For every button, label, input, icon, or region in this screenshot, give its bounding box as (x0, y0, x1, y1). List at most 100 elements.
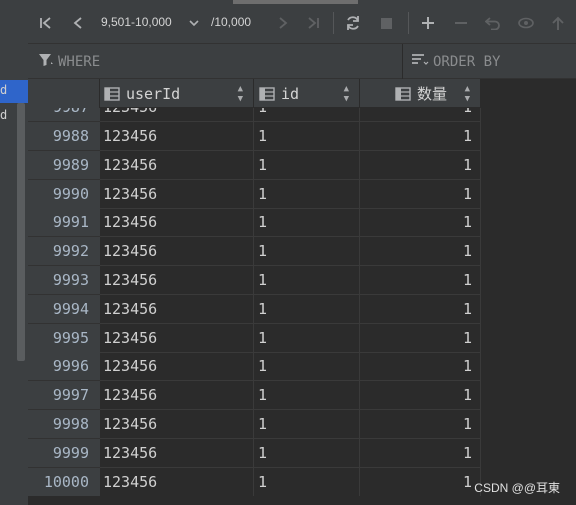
table-row[interactable]: 9990 123456 1 1 (28, 179, 481, 209)
previous-page-icon[interactable] (68, 12, 88, 34)
page-range-selector[interactable]: 9,501-10,000 (101, 15, 172, 29)
cell-quantity[interactable]: 1 (360, 122, 481, 151)
cell-userid[interactable]: 123456 (100, 237, 254, 267)
tree-item[interactable]: d (0, 83, 7, 97)
cell-id[interactable]: 1 (254, 122, 360, 151)
grid-body: 9987 123456 1 1 998812345611998912345611… (28, 108, 481, 496)
table-row[interactable]: 9994 123456 1 1 (28, 294, 481, 324)
order-by-input[interactable]: ORDER BY (411, 53, 500, 71)
chevron-down-icon[interactable] (186, 12, 202, 34)
cell-quantity[interactable]: 1 (360, 381, 481, 411)
submit-icon[interactable] (548, 12, 568, 34)
cell-quantity[interactable]: 1 (360, 352, 481, 382)
order-by-label: ORDER BY (433, 54, 501, 70)
column-header-label: id (281, 84, 300, 103)
cell-userid[interactable]: 123456 (100, 122, 254, 151)
cell-userid[interactable]: 123456 (100, 323, 254, 353)
revert-icon[interactable] (483, 12, 503, 34)
cell-userid[interactable]: 123456 (100, 108, 254, 122)
cell-id[interactable]: 1 (254, 266, 360, 295)
where-label: WHERE (58, 54, 101, 70)
cell-userid[interactable]: 123456 (100, 352, 254, 382)
table-row[interactable]: 9989 123456 1 1 (28, 150, 481, 180)
cell-userid[interactable]: 123456 (100, 294, 254, 324)
cell-id[interactable]: 1 (254, 108, 360, 122)
row-number: 9995 (28, 323, 100, 353)
tree-item[interactable]: d (0, 108, 7, 122)
column-header-quantity[interactable]: 数量 ▲ ▼ (360, 79, 481, 108)
sort-toggle-icon[interactable]: ▲ ▼ (344, 84, 349, 104)
cell-quantity[interactable]: 1 (360, 179, 481, 209)
cell-userid[interactable]: 123456 (100, 438, 254, 468)
table-row[interactable]: 9991 123456 1 1 (28, 208, 481, 238)
row-number: 9991 (28, 208, 100, 238)
table-row[interactable]: 9999 123456 1 1 (28, 438, 481, 468)
tree-scrollbar[interactable] (17, 103, 25, 361)
column-header-userid[interactable]: userId ▲ ▼ (100, 79, 254, 108)
cell-quantity[interactable]: 1 (360, 323, 481, 353)
left-tree-panel: d d (0, 0, 28, 505)
table-row[interactable]: 9998 123456 1 1 (28, 410, 481, 439)
column-header-label: userId (126, 84, 181, 103)
cell-quantity[interactable]: 1 (360, 438, 481, 468)
table-row[interactable]: 9997 123456 1 1 (28, 381, 481, 411)
sort-toggle-icon[interactable]: ▲ ▼ (238, 84, 243, 104)
cell-userid[interactable]: 123456 (100, 208, 254, 238)
cell-quantity[interactable]: 1 (360, 208, 481, 238)
row-number: 9996 (28, 352, 100, 382)
table-row[interactable]: 9992 123456 1 1 (28, 237, 481, 267)
cell-quantity[interactable]: 1 (360, 150, 481, 180)
stop-icon[interactable] (376, 12, 396, 34)
grid-header: userId ▲ ▼ id ▲ ▼ 数量 ▲ ▼ (28, 79, 481, 108)
where-filter-input[interactable]: WHERE (38, 53, 100, 71)
cell-userid[interactable]: 123456 (100, 381, 254, 411)
filter-icon (38, 53, 54, 71)
cell-userid[interactable]: 123456 (100, 179, 254, 209)
first-page-icon[interactable] (36, 12, 56, 34)
refresh-icon[interactable] (342, 12, 364, 34)
table-row[interactable]: 9995 123456 1 1 (28, 323, 481, 353)
row-number: 9998 (28, 410, 100, 439)
table-row[interactable]: 9996 123456 1 1 (28, 352, 481, 382)
cell-id[interactable]: 1 (254, 381, 360, 411)
row-number: 9990 (28, 179, 100, 209)
row-number: 9993 (28, 266, 100, 295)
cell-id[interactable]: 1 (254, 352, 360, 382)
cell-quantity[interactable]: 1 (360, 294, 481, 324)
view-icon[interactable] (516, 12, 536, 34)
cell-id[interactable]: 1 (254, 438, 360, 468)
last-page-icon[interactable] (303, 12, 323, 34)
table-row[interactable]: 9987 123456 1 1 (28, 108, 481, 122)
cell-id[interactable]: 1 (254, 208, 360, 238)
cell-userid[interactable]: 123456 (100, 266, 254, 295)
cell-userid[interactable]: 123456 (100, 150, 254, 180)
cell-id[interactable]: 1 (254, 294, 360, 324)
cell-quantity[interactable]: 1 (360, 410, 481, 439)
cell-id[interactable]: 1 (254, 179, 360, 209)
cell-quantity[interactable]: 1 (360, 467, 481, 496)
watermark: CSDN @@耳東 (474, 481, 560, 495)
table-row[interactable]: 9993 123456 1 1 (28, 266, 481, 295)
add-row-icon[interactable] (418, 12, 438, 34)
table-row[interactable]: 10000 123456 1 1 (28, 467, 481, 496)
filter-bar: WHERE ORDER BY (28, 44, 576, 79)
column-header-id[interactable]: id ▲ ▼ (254, 79, 360, 108)
row-number: 10000 (28, 467, 100, 496)
sort-toggle-icon[interactable]: ▲ ▼ (465, 84, 470, 104)
row-number-header (28, 79, 100, 108)
cell-userid[interactable]: 123456 (100, 467, 254, 496)
cell-quantity[interactable]: 1 (360, 108, 481, 122)
cell-userid[interactable]: 123456 (100, 410, 254, 439)
cell-quantity[interactable]: 1 (360, 266, 481, 295)
cell-quantity[interactable]: 1 (360, 237, 481, 267)
delete-row-icon[interactable] (451, 12, 471, 34)
sort-icon (411, 53, 429, 71)
next-page-icon[interactable] (275, 12, 291, 34)
cell-id[interactable]: 1 (254, 467, 360, 496)
total-rows: /10,000 (211, 15, 252, 29)
cell-id[interactable]: 1 (254, 150, 360, 180)
table-row[interactable]: 9988 123456 1 1 (28, 122, 481, 151)
cell-id[interactable]: 1 (254, 410, 360, 439)
cell-id[interactable]: 1 (254, 323, 360, 353)
cell-id[interactable]: 1 (254, 237, 360, 267)
